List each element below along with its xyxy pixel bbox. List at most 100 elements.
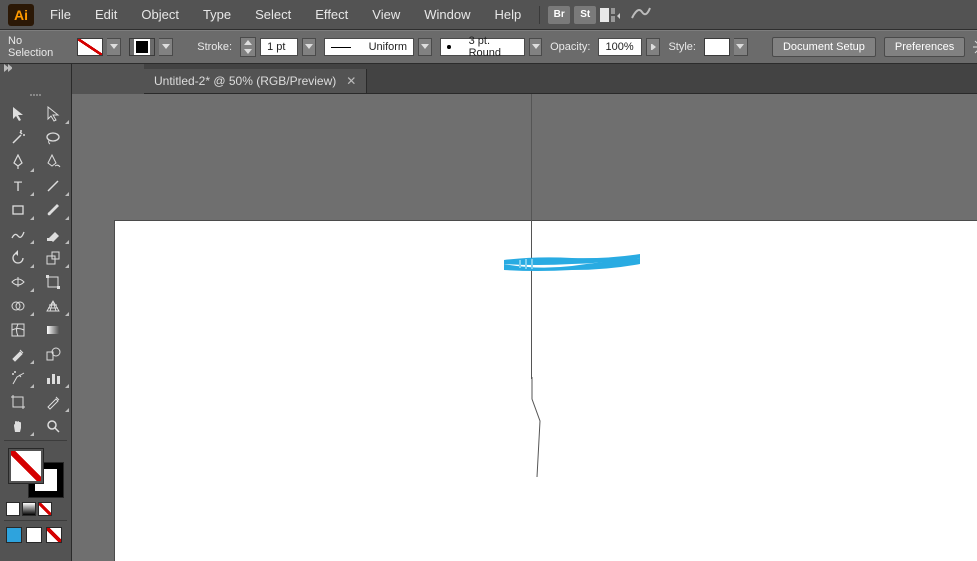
menu-select[interactable]: Select (245, 3, 301, 26)
fill-indicator[interactable] (8, 448, 44, 484)
gradient-tool[interactable] (36, 318, 72, 342)
brush-dot-icon (447, 45, 451, 49)
stroke-swatch-group[interactable] (129, 38, 173, 56)
menu-object[interactable]: Object (131, 3, 189, 26)
tool-divider (4, 520, 67, 521)
eraser-tool[interactable] (36, 222, 72, 246)
opacity-dropdown[interactable] (646, 38, 660, 56)
document-tab-shelf: Untitled-2* @ 50% (RGB/Preview) ✕ (144, 64, 977, 94)
fill-swatch[interactable] (77, 38, 103, 56)
fill-stroke-indicator[interactable] (8, 448, 64, 498)
zoom-tool[interactable] (36, 414, 72, 438)
mesh-tool[interactable] (0, 318, 36, 342)
width-tool[interactable] (0, 270, 36, 294)
canvas-area[interactable] (72, 94, 977, 561)
stroke-swatch[interactable] (129, 38, 155, 56)
free-transform-tool[interactable] (36, 270, 72, 294)
symbol-sprayer-tool[interactable] (0, 366, 36, 390)
selection-status: No Selection (8, 35, 53, 59)
document-tab[interactable]: Untitled-2* @ 50% (RGB/Preview) ✕ (144, 69, 367, 93)
gradient-mode-icon[interactable] (22, 502, 36, 516)
menu-help[interactable]: Help (484, 3, 531, 26)
menu-effect[interactable]: Effect (305, 3, 358, 26)
stroke-weight-dropdown[interactable] (302, 38, 316, 56)
tool-grid: T (0, 102, 71, 438)
paintbrush-tool[interactable] (36, 198, 72, 222)
svg-text:Ai: Ai (14, 7, 28, 23)
bridge-icon[interactable]: Br (548, 6, 570, 24)
curvature-tool[interactable] (36, 150, 72, 174)
shape-builder-tool[interactable] (0, 294, 36, 318)
swatch-2[interactable] (26, 527, 42, 543)
stroke-weight-stepper[interactable] (240, 37, 256, 57)
shaper-tool[interactable] (0, 222, 36, 246)
direct-selection-tool[interactable] (36, 102, 72, 126)
style-swatch[interactable] (704, 38, 730, 56)
menu-bar: Ai File Edit Object Type Select Effect V… (0, 0, 977, 30)
pen-tool[interactable] (0, 150, 36, 174)
menu-window[interactable]: Window (414, 3, 480, 26)
stroke-profile-select[interactable]: Uniform (324, 38, 432, 56)
none-mode-icon[interactable] (38, 502, 52, 516)
brush-stroke-blue[interactable] (502, 252, 642, 279)
brush-select[interactable]: 3 pt. Round (440, 38, 542, 56)
artboard-tool[interactable] (0, 390, 36, 414)
panel-collapse-icon[interactable] (4, 64, 12, 72)
hand-tool[interactable] (0, 414, 36, 438)
fill-dropdown-caret[interactable] (107, 38, 121, 56)
app-logo: Ai (6, 3, 36, 27)
arrange-documents-icon[interactable] (600, 8, 620, 22)
swatch-3[interactable] (46, 527, 62, 543)
menu-divider (539, 6, 540, 24)
column-graph-tool[interactable] (36, 366, 72, 390)
profile-preview-line (331, 47, 350, 48)
opacity-label: Opacity: (550, 41, 590, 53)
workspace: T (0, 64, 977, 561)
style-label: Style: (668, 41, 696, 53)
vertical-guide[interactable] (531, 94, 532, 379)
document-tab-title: Untitled-2* @ 50% (RGB/Preview) (154, 74, 336, 88)
stroke-weight-field[interactable]: 1 pt (240, 37, 316, 57)
align-center-icon[interactable] (973, 38, 977, 56)
gpu-icon[interactable] (630, 4, 652, 25)
selection-tool[interactable] (0, 102, 36, 126)
document-setup-button[interactable]: Document Setup (772, 37, 876, 57)
fill-swatch-group[interactable] (77, 38, 121, 56)
rotate-tool[interactable] (0, 246, 36, 270)
menu-file[interactable]: File (40, 3, 81, 26)
menu-edit[interactable]: Edit (85, 3, 127, 26)
svg-text:T: T (13, 179, 22, 193)
stock-icon[interactable]: St (574, 6, 596, 24)
stroke-weight-value[interactable]: 1 pt (260, 38, 298, 56)
swatch-1[interactable] (6, 527, 22, 543)
menu-view[interactable]: View (362, 3, 410, 26)
lasso-tool[interactable] (36, 126, 72, 150)
opacity-value[interactable]: 100% (598, 38, 642, 56)
brush-value: 3 pt. Round (469, 35, 519, 59)
magic-wand-tool[interactable] (0, 126, 36, 150)
eyedropper-tool[interactable] (0, 342, 36, 366)
menu-type[interactable]: Type (193, 3, 241, 26)
screen-mode-row (0, 523, 71, 547)
blend-tool[interactable] (36, 342, 72, 366)
perspective-grid-tool[interactable] (36, 294, 72, 318)
line-tool[interactable] (36, 174, 72, 198)
scale-tool[interactable] (36, 246, 72, 270)
stroke-profile-dropdown[interactable] (418, 38, 432, 56)
brush-dropdown[interactable] (529, 38, 542, 56)
rectangle-tool[interactable] (0, 198, 36, 222)
fill-mode-row (0, 500, 71, 518)
stroke-dropdown-caret[interactable] (159, 38, 173, 56)
style-select[interactable] (704, 38, 748, 56)
color-mode-icon[interactable] (6, 502, 20, 516)
type-tool[interactable]: T (0, 174, 36, 198)
close-tab-icon[interactable]: ✕ (346, 74, 356, 88)
stroke-profile-value: Uniform (369, 41, 408, 53)
path-stroke[interactable] (531, 377, 551, 479)
opacity-field[interactable]: 100% (598, 38, 660, 56)
toolbox-grip[interactable] (0, 94, 71, 100)
slice-tool[interactable] (36, 390, 72, 414)
preferences-button[interactable]: Preferences (884, 37, 965, 57)
toolbox: T (0, 64, 72, 561)
style-dropdown[interactable] (734, 38, 748, 56)
